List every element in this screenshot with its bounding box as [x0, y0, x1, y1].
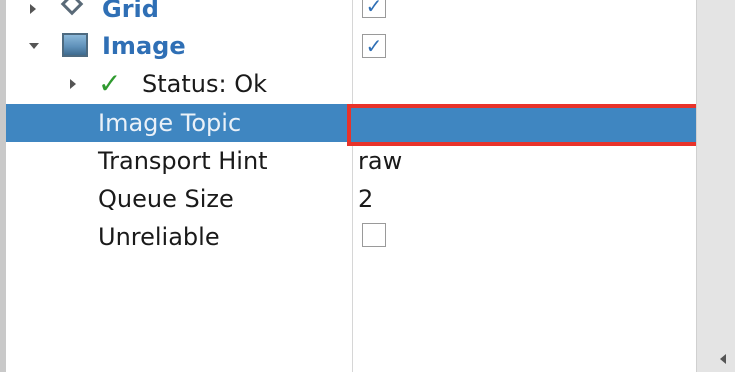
property-name-image-topic: Image Topic	[98, 109, 242, 137]
checkbox-check-icon: ✓	[365, 0, 383, 18]
tree-row-transport-hint[interactable]: Transport Hint raw	[6, 142, 696, 180]
image-display-icon	[62, 33, 88, 57]
collapse-arrow-icon[interactable]	[29, 43, 39, 49]
image-enabled-checkbox[interactable]: ✓	[362, 34, 386, 58]
checkbox-check-icon: ✓	[365, 34, 383, 58]
vertical-scrollbar[interactable]	[696, 0, 735, 372]
grid-icon	[60, 0, 84, 16]
scroll-left-arrow-icon[interactable]	[720, 354, 726, 364]
displays-panel: Grid ✓ Image ✓ ✓ Status: Ok Image Topic …	[0, 0, 735, 372]
grid-enabled-checkbox[interactable]: ✓	[362, 0, 386, 18]
property-name-queue-size: Queue Size	[98, 185, 234, 213]
status-ok-icon: ✓	[98, 67, 122, 100]
unreliable-checkbox[interactable]	[362, 223, 386, 247]
tree-row-queue-size[interactable]: Queue Size 2	[6, 180, 696, 218]
status-label: Status: Ok	[142, 70, 267, 98]
tree-row-image[interactable]: Image ✓	[6, 27, 696, 65]
tree-row-grid[interactable]: Grid ✓	[6, 0, 696, 28]
expand-arrow-icon[interactable]	[70, 79, 76, 89]
property-value-queue-size[interactable]: 2	[358, 180, 373, 218]
expand-arrow-icon[interactable]	[30, 4, 36, 14]
property-value-transport-hint[interactable]: raw	[358, 142, 402, 180]
property-name-unreliable: Unreliable	[98, 223, 220, 251]
tree-row-unreliable[interactable]: Unreliable	[6, 218, 696, 256]
display-name-image: Image	[102, 32, 186, 60]
display-name-grid: Grid	[102, 0, 159, 23]
property-name-transport-hint: Transport Hint	[98, 147, 268, 175]
column-divider	[352, 0, 353, 372]
tree-row-status[interactable]: ✓ Status: Ok	[6, 65, 696, 103]
annotation-highlight-box	[347, 104, 721, 146]
